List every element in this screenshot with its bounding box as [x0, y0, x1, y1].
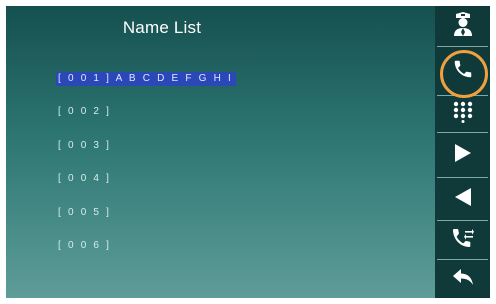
- call-transfer-button[interactable]: [435, 221, 490, 259]
- guard-icon: [452, 11, 474, 42]
- highlight-ring: [440, 50, 488, 98]
- intercom-screen: Name List [ 0 0 1 ] A B C D E F G H I [ …: [6, 6, 490, 298]
- list-item-003[interactable]: [ 0 0 3 ]: [56, 139, 114, 153]
- keypad-button[interactable]: [435, 96, 490, 132]
- back-icon: [452, 268, 474, 291]
- name-list: [ 0 0 1 ] A B C D E F G H I [ 0 0 2 ] [ …: [6, 6, 416, 298]
- previous-button[interactable]: [435, 178, 490, 220]
- list-item-002[interactable]: [ 0 0 2 ]: [56, 105, 114, 119]
- list-item-006[interactable]: [ 0 0 6 ]: [56, 239, 114, 253]
- keypad-icon: [452, 101, 474, 128]
- list-item-004[interactable]: [ 0 0 4 ]: [56, 172, 114, 186]
- list-item-005[interactable]: [ 0 0 5 ]: [56, 206, 114, 220]
- play-right-icon: [454, 143, 472, 168]
- next-button[interactable]: [435, 133, 490, 177]
- guard-button[interactable]: [435, 6, 490, 46]
- play-left-icon: [454, 187, 472, 212]
- call-transfer-icon: [451, 227, 475, 254]
- back-button[interactable]: [435, 260, 490, 298]
- list-item-001[interactable]: [ 0 0 1 ] A B C D E F G H I: [56, 72, 236, 86]
